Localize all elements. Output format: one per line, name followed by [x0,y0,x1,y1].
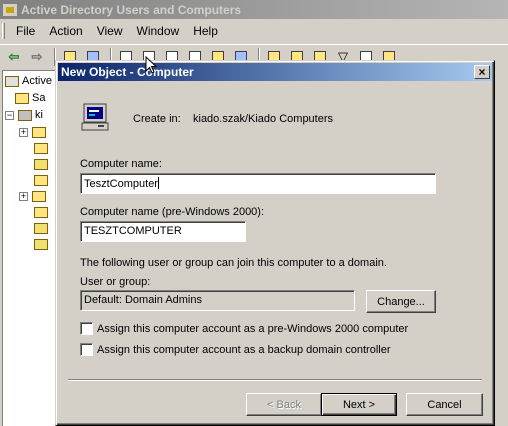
backup-dc-checkbox-label[interactable]: Assign this computer account as a backup… [97,344,391,356]
dialog-title: New Object - Computer [61,65,194,79]
tree-item[interactable] [32,141,48,155]
pre2000-checkbox[interactable] [80,322,93,335]
folder-icon [32,126,46,138]
tree-item[interactable] [32,173,48,187]
folder-icon [32,190,46,202]
menu-action[interactable]: Action [42,22,89,40]
menu-window[interactable]: Window [130,22,187,40]
domain-icon [18,109,32,121]
pre2000-name-label: Computer name (pre-Windows 2000): [80,206,265,218]
tree-item[interactable] [32,237,48,251]
mouse-cursor-icon [145,56,157,74]
next-button[interactable]: Next > [321,393,397,416]
menu-help[interactable]: Help [186,22,225,40]
pre2000-checkbox-label[interactable]: Assign this computer account as a pre-Wi… [97,323,408,335]
dialog-divider [68,379,482,381]
expand-icon[interactable]: + [19,191,28,201]
folder-icon [15,92,29,104]
ou-icon [34,238,48,250]
close-button[interactable]: × [474,65,490,79]
backup-dc-checkbox[interactable] [80,343,93,356]
dialog-titlebar[interactable]: New Object - Computer × [58,63,492,81]
menu-file[interactable]: File [9,22,42,40]
main-window-titlebar[interactable]: Active Directory Users and Computers [0,0,508,19]
user-group-label: User or group: [80,276,151,288]
tree-item[interactable] [32,221,48,235]
join-domain-info: The following user or group can join thi… [80,257,387,269]
console-tree[interactable]: Active Sa − ki + + [2,70,62,426]
back-arrow-icon: ⇦ [8,48,20,64]
tree-item[interactable] [32,157,48,171]
tree-root[interactable]: Active [3,74,52,88]
computer-name-label: Computer name: [80,158,162,170]
user-group-field: Default: Domain Admins [80,290,355,311]
text-caret [157,177,159,189]
pre2000-name-value: TESZTCOMPUTER [84,225,182,237]
create-in-path: kiado.szak/Kiado Computers [193,113,334,125]
tree-item[interactable] [32,205,48,219]
menu-bar: File Action View Window Help [0,21,508,41]
menu-view[interactable]: View [90,22,130,40]
user-group-value: Default: Domain Admins [84,294,202,306]
main-window-title: Active Directory Users and Computers [21,2,242,17]
folder-icon [34,142,48,154]
ou-icon [34,158,48,170]
cancel-button[interactable]: Cancel [406,393,483,416]
forward-button[interactable]: ⇨ [27,48,47,66]
ou-icon [34,222,48,234]
folder-icon [34,174,48,186]
menu-grip [2,23,5,39]
tree-item[interactable]: + [17,189,46,203]
close-icon: × [478,65,486,79]
tree-item[interactable]: + [17,125,46,139]
computer-name-input[interactable]: TesztComputer [80,173,436,194]
back-button-dialog[interactable]: < Back [246,393,322,416]
snapin-icon [5,75,19,87]
forward-arrow-icon: ⇨ [31,48,43,64]
tree-saved-queries[interactable]: Sa [13,91,45,105]
change-button[interactable]: Change... [366,290,436,313]
computer-icon [81,103,109,131]
collapse-icon[interactable]: − [5,110,14,120]
app-icon [2,2,18,17]
computer-name-value: TesztComputer [84,178,158,190]
pre2000-name-input[interactable]: TESZTCOMPUTER [80,221,246,242]
new-object-computer-dialog: New Object - Computer × Create in: kiado… [55,60,495,426]
back-button[interactable]: ⇦ [4,48,24,66]
folder-icon [34,206,48,218]
create-in-label: Create in: [133,113,181,125]
expand-icon[interactable]: + [19,127,28,137]
tree-domain[interactable]: − ki [3,108,43,122]
